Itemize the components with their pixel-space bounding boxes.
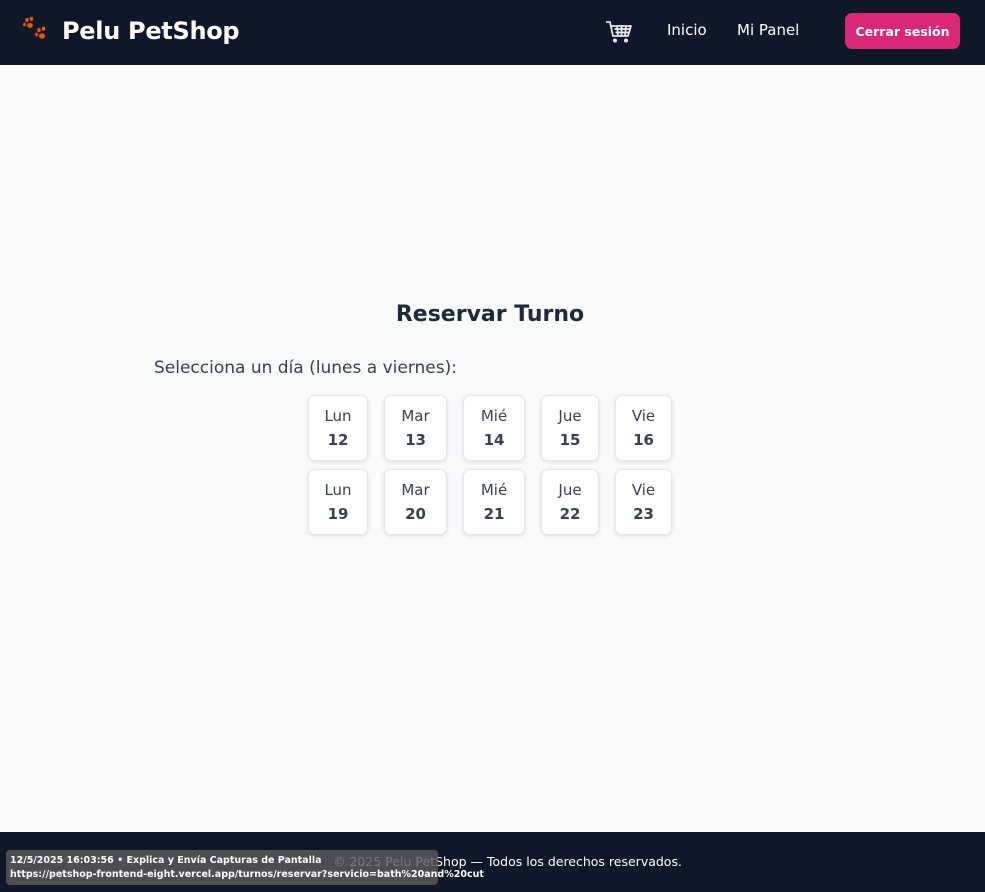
day-number: 23 xyxy=(633,505,654,523)
overlay-url: https://petshop-frontend-eight.vercel.ap… xyxy=(10,869,484,880)
day-number: 12 xyxy=(327,431,349,449)
day-card[interactable]: Vie 23 xyxy=(615,469,672,535)
day-card[interactable]: Jue 15 xyxy=(541,395,599,461)
day-name: Lun xyxy=(324,407,352,425)
brand[interactable]: Pelu PetShop xyxy=(22,15,240,46)
day-name: Lun xyxy=(324,481,352,499)
nav-link-inicio[interactable]: Inicio xyxy=(667,21,707,39)
page-title: Reservar Turno xyxy=(395,302,585,327)
day-number: 16 xyxy=(633,431,654,449)
logout-button[interactable]: Cerrar sesión xyxy=(845,13,960,49)
day-card[interactable]: Lun 19 xyxy=(308,469,368,535)
nav-link-mi-panel[interactable]: Mi Panel xyxy=(737,21,799,39)
day-name: Mié xyxy=(480,481,508,499)
day-selection-prompt: Selecciona un día (lunes a viernes): xyxy=(154,358,457,378)
day-number: 13 xyxy=(405,431,426,449)
screenshot-info-overlay: 12/5/2025 16:03:56 • Explica y Envía Cap… xyxy=(6,850,484,885)
day-number: 21 xyxy=(483,505,505,523)
day-card[interactable]: Vie 16 xyxy=(615,395,672,461)
day-name: Jue xyxy=(558,407,582,425)
day-number: 22 xyxy=(559,505,581,523)
day-number: 20 xyxy=(405,505,426,523)
day-name: Jue xyxy=(558,481,582,499)
day-card[interactable]: Mié 21 xyxy=(463,469,525,535)
day-name: Vie xyxy=(631,481,656,499)
day-card[interactable]: Mar 13 xyxy=(384,395,447,461)
brand-name: Pelu PetShop xyxy=(62,17,240,45)
day-number: 19 xyxy=(327,505,349,523)
paw-icon xyxy=(22,15,50,46)
day-name: Mar xyxy=(401,481,430,499)
day-name: Mié xyxy=(480,407,508,425)
day-card[interactable]: Jue 22 xyxy=(541,469,599,535)
cart-icon[interactable] xyxy=(605,19,633,45)
day-name: Mar xyxy=(401,407,430,425)
day-number: 14 xyxy=(483,431,505,449)
navbar: Pelu PetShop Inicio Mi Panel Cerrar sesi… xyxy=(0,0,985,65)
day-card[interactable]: Mié 14 xyxy=(463,395,525,461)
day-number: 15 xyxy=(559,431,581,449)
day-name: Vie xyxy=(631,407,656,425)
day-card[interactable]: Mar 20 xyxy=(384,469,447,535)
day-card[interactable]: Lun 12 xyxy=(308,395,368,461)
overlay-timestamp: 12/5/2025 16:03:56 • Explica y Envía Cap… xyxy=(10,855,322,866)
